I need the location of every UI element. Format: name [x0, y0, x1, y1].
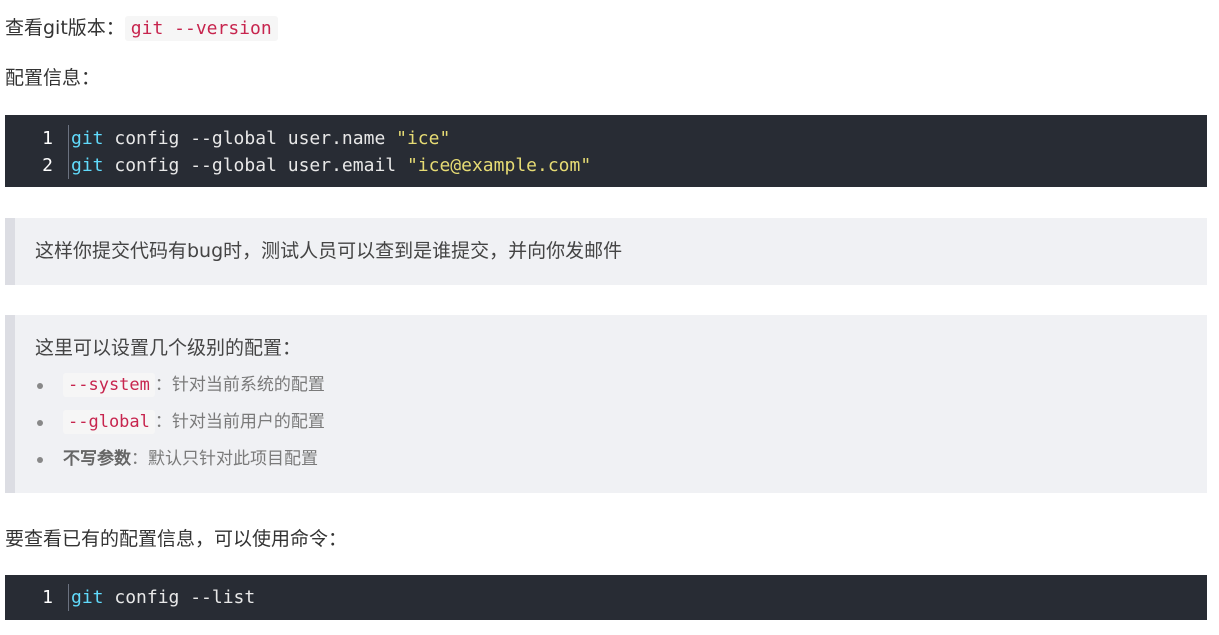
list-item-text: ：针对当前系统的配置: [154, 375, 325, 395]
config-levels-list: --system ：针对当前系统的配置 --global ：针对当前用户的配置 不写…: [37, 371, 325, 482]
system-flag-code: --system: [63, 373, 155, 397]
code-args-token: config --global user.email: [103, 155, 407, 176]
list-item-text: ：默认只针对此项目配置: [131, 449, 318, 469]
list-item: --system ：针对当前系统的配置: [37, 371, 325, 408]
git-version-text: 查看git版本：: [5, 17, 125, 39]
blockquote-bug-note-text: 这样你提交代码有bug时，测试人员可以查到是谁提交，并向你发邮件: [35, 240, 623, 262]
config-levels-title: 这里可以设置几个级别的配置：: [35, 337, 302, 359]
bullet-icon: [37, 383, 43, 389]
line-number: 1: [42, 128, 53, 149]
code-args-token: config --global user.name: [103, 128, 397, 149]
no-param-label: 不写参数: [63, 449, 131, 469]
blockquote-bug-note: 这样你提交代码有bug时，测试人员可以查到是谁提交，并向你发邮件: [5, 218, 1207, 285]
code-block-list: 1 git config --list: [5, 575, 1207, 620]
git-version-inline-code: git --version: [124, 16, 278, 41]
code-line: 1 git config --global user.name "ice": [5, 125, 450, 152]
list-item-text: ：针对当前用户的配置: [154, 412, 325, 432]
config-info-paragraph: 配置信息：: [5, 67, 101, 89]
code-line: 2 git config --global user.email "ice@exa…: [5, 152, 591, 179]
list-item: --global ：针对当前用户的配置: [37, 408, 325, 445]
code-args-token: config --list: [103, 587, 256, 608]
code-line: 1 git config --list: [5, 584, 255, 611]
code-command-token: git: [71, 128, 104, 149]
blockquote-config-levels: 这里可以设置几个级别的配置： --system ：针对当前系统的配置 --glob…: [5, 315, 1207, 493]
code-command-token: git: [71, 155, 104, 176]
bullet-icon: [37, 420, 43, 426]
list-config-paragraph: 要查看已有的配置信息，可以使用命令：: [5, 528, 348, 550]
bullet-icon: [37, 457, 43, 463]
code-block-config: 1 git config --global user.name "ice" 2 gi…: [5, 115, 1207, 187]
global-flag-code: --global: [63, 410, 155, 434]
git-version-paragraph: 查看git版本： git --version: [5, 14, 278, 43]
code-command-token: git: [71, 587, 104, 608]
line-number: 1: [42, 587, 53, 608]
code-string-token: "ice@example.com": [406, 155, 592, 176]
list-item: 不写参数：默认只针对此项目配置: [37, 445, 325, 482]
line-number: 2: [42, 155, 53, 176]
code-string-token: "ice": [396, 128, 451, 149]
